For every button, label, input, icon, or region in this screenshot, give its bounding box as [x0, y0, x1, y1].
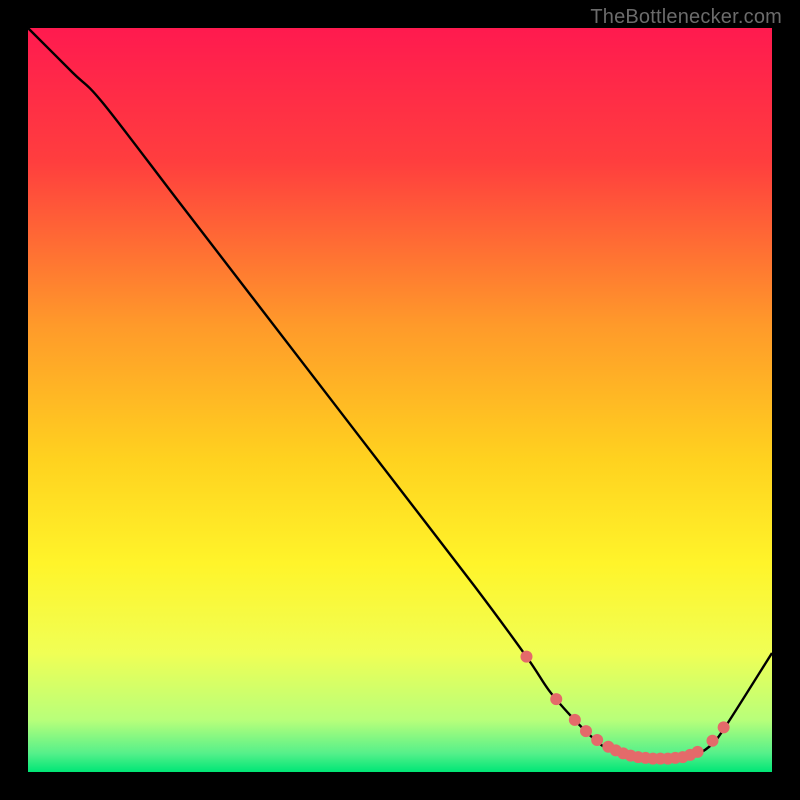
data-point: [706, 735, 718, 747]
plot-area: [28, 28, 772, 772]
chart-svg: [28, 28, 772, 772]
data-point: [550, 693, 562, 705]
chart-container: TheBottlenecker.com: [0, 0, 800, 800]
data-point: [591, 734, 603, 746]
data-point: [718, 721, 730, 733]
data-point: [692, 746, 704, 758]
data-point: [569, 714, 581, 726]
data-point: [580, 725, 592, 737]
data-point: [520, 651, 532, 663]
gradient-background: [28, 28, 772, 772]
attribution-text: TheBottlenecker.com: [590, 6, 782, 29]
